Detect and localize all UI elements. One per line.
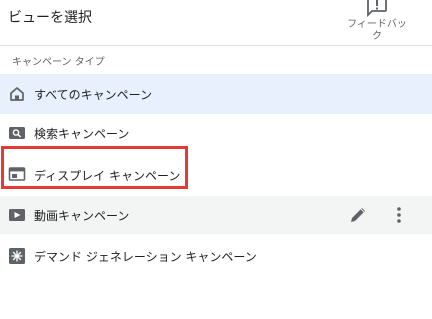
pencil-icon[interactable] — [347, 204, 369, 226]
campaign-type-label: デマンド ジェネレーション キャンペーン — [34, 250, 257, 264]
home-icon — [10, 87, 24, 101]
more-vert-icon[interactable] — [388, 204, 410, 226]
page-title: ビューを選択 — [8, 10, 92, 26]
feedback-button[interactable]: フィードバック — [336, 0, 418, 44]
campaign-type-label: 動画キャンペーン — [34, 209, 130, 223]
campaign-type-label: 検索キャンペーン — [34, 127, 130, 141]
demand-gen-icon — [9, 248, 25, 264]
campaign-type-display[interactable]: ディスプレイ キャンペーン — [0, 152, 432, 192]
campaign-type-section-header: キャンペーン タイプ — [12, 57, 105, 68]
view-selector-header: ビューを選択 フィードバック — [0, 0, 432, 46]
search-icon — [9, 127, 25, 139]
display-icon — [8, 167, 26, 181]
campaign-type-label: ディスプレイ キャンペーン — [34, 169, 181, 183]
campaign-type-label: すべてのキャンペーン — [34, 88, 153, 102]
campaign-type-demand-gen[interactable]: デマンド ジェネレーション キャンペーン — [0, 236, 432, 276]
feedback-label: フィードバック — [347, 19, 407, 42]
campaign-type-search[interactable]: 検索キャンペーン — [0, 114, 432, 152]
feedback-icon — [367, 0, 387, 18]
video-icon — [9, 209, 25, 221]
campaign-type-video[interactable]: 動画キャンペーン — [0, 196, 432, 234]
campaign-type-all[interactable]: すべてのキャンペーン — [0, 74, 432, 114]
